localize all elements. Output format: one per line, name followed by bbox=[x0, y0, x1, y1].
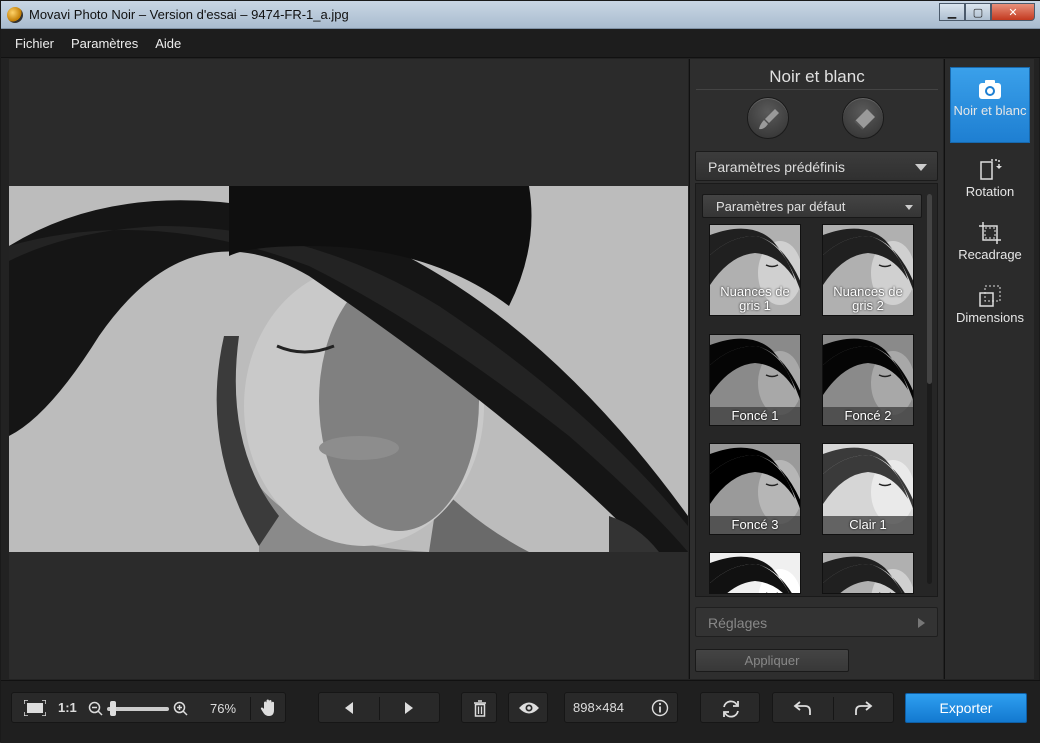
info-icon[interactable] bbox=[651, 699, 669, 717]
menu-parametres[interactable]: Paramètres bbox=[71, 36, 138, 51]
preset-category-value: Paramètres par défaut bbox=[716, 199, 846, 214]
image-dimensions: 898×484 bbox=[573, 700, 624, 715]
title-bar: Movavi Photo Noir – Version d'essai – 94… bbox=[1, 1, 1040, 29]
app-window: Movavi Photo Noir – Version d'essai – 94… bbox=[0, 0, 1040, 743]
history-group bbox=[772, 692, 894, 723]
preset-label: Clair 1 bbox=[823, 516, 913, 534]
redo-icon[interactable] bbox=[853, 700, 873, 716]
tools-sidebar: Noir et blanc Rotation Recadrage Dimensi… bbox=[944, 59, 1034, 679]
preset-label: Foncé 1 bbox=[710, 407, 800, 425]
toolbar-divider bbox=[250, 697, 251, 720]
preset-label: Nuances de gris 2 bbox=[833, 284, 903, 313]
reset-button[interactable] bbox=[700, 692, 760, 723]
preset-preview-image bbox=[823, 553, 913, 593]
trash-icon bbox=[474, 700, 486, 717]
actual-size-button[interactable]: 1:1 bbox=[58, 700, 77, 715]
bottom-toolbar: 1:1 76% 898×484 Exporter bbox=[1, 680, 1040, 743]
preset-thumbnail[interactable]: Foncé 2 bbox=[822, 334, 914, 426]
minimize-icon[interactable]: ▁ bbox=[939, 3, 965, 21]
navigation-group bbox=[318, 692, 440, 723]
preset-label: Nuances de gris 1 bbox=[720, 284, 790, 313]
photo-preview bbox=[9, 186, 688, 552]
window-title: Movavi Photo Noir – Version d'essai – 94… bbox=[29, 7, 349, 22]
menu-fichier[interactable]: Fichier bbox=[15, 36, 54, 51]
tool-label: Dimensions bbox=[956, 310, 1024, 325]
zoom-slider-handle[interactable] bbox=[110, 701, 117, 716]
tool-rotation[interactable]: Rotation bbox=[950, 151, 1030, 207]
brush-icon bbox=[759, 109, 779, 130]
eraser-icon bbox=[854, 109, 875, 130]
crop-icon bbox=[979, 222, 1001, 244]
resize-icon bbox=[979, 285, 1001, 307]
refresh-icon bbox=[723, 700, 739, 718]
preset-thumbnail[interactable]: Nuances de gris 1 bbox=[709, 224, 801, 316]
delete-button[interactable] bbox=[461, 692, 497, 723]
preset-thumbnail[interactable] bbox=[822, 552, 914, 594]
adjust-section-label: Réglages bbox=[708, 615, 768, 631]
photo-illustration bbox=[9, 186, 688, 552]
export-button[interactable]: Exporter bbox=[905, 693, 1027, 723]
scrollbar-thumb[interactable] bbox=[927, 194, 932, 384]
tool-recadrage[interactable]: Recadrage bbox=[950, 214, 1030, 270]
eye-icon bbox=[519, 702, 539, 714]
preset-thumbnail[interactable]: Foncé 1 bbox=[709, 334, 801, 426]
close-icon[interactable]: ✕ bbox=[991, 3, 1035, 21]
zoom-group: 1:1 76% bbox=[11, 692, 286, 723]
preset-label: Foncé 2 bbox=[823, 407, 913, 425]
maximize-icon[interactable]: ▢ bbox=[965, 3, 991, 21]
undo-icon[interactable] bbox=[793, 700, 813, 716]
chevron-right-icon bbox=[918, 618, 925, 628]
effects-panel: Noir et blanc Paramètres prédéfinis Para… bbox=[689, 59, 943, 679]
chevron-down-icon bbox=[915, 164, 927, 171]
app-logo-icon bbox=[7, 7, 23, 23]
chevron-down-icon bbox=[905, 205, 913, 210]
panel-divider bbox=[696, 89, 938, 90]
image-canvas[interactable] bbox=[9, 59, 688, 679]
tool-label: Recadrage bbox=[958, 247, 1022, 262]
fit-screen-icon[interactable] bbox=[24, 700, 46, 716]
tool-label: Noir et blanc bbox=[953, 103, 1027, 118]
toolbar-divider bbox=[833, 697, 834, 720]
camera-icon bbox=[979, 80, 1001, 99]
tool-dimensions[interactable]: Dimensions bbox=[950, 277, 1030, 333]
preset-thumbnail[interactable]: Clair 1 bbox=[822, 443, 914, 535]
toolbar-divider bbox=[379, 697, 380, 720]
presets-section-label: Paramètres prédéfinis bbox=[708, 159, 845, 175]
apply-button[interactable]: Appliquer bbox=[695, 649, 849, 672]
zoom-out-icon[interactable] bbox=[88, 701, 104, 717]
preset-preview-image bbox=[710, 553, 800, 593]
zoom-in-icon[interactable] bbox=[173, 701, 189, 717]
tool-noir-et-blanc[interactable]: Noir et blanc bbox=[950, 67, 1030, 143]
previous-icon[interactable] bbox=[342, 701, 356, 715]
preset-category-select[interactable]: Paramètres par défaut bbox=[702, 194, 922, 218]
adjust-section-header[interactable]: Réglages bbox=[695, 607, 938, 637]
preview-toggle-button[interactable] bbox=[508, 692, 548, 723]
image-info-group: 898×484 bbox=[564, 692, 678, 723]
eraser-button[interactable] bbox=[842, 97, 884, 139]
window-controls: ▁ ▢ ✕ bbox=[939, 3, 1035, 21]
rotate-icon bbox=[980, 159, 1002, 180]
presets-scrollbar[interactable] bbox=[927, 194, 932, 584]
hand-pan-icon[interactable] bbox=[259, 698, 279, 718]
preset-thumbnail[interactable]: Foncé 3 bbox=[709, 443, 801, 535]
menu-aide[interactable]: Aide bbox=[155, 36, 181, 51]
brush-button[interactable] bbox=[747, 97, 789, 139]
zoom-slider-track[interactable] bbox=[107, 707, 169, 711]
menu-bar: Fichier Paramètres Aide bbox=[1, 29, 1040, 58]
preset-label: Foncé 3 bbox=[710, 516, 800, 534]
presets-list: Paramètres par défaut Nuances de gris 1 N… bbox=[695, 183, 938, 597]
panel-title: Noir et blanc bbox=[769, 67, 865, 86]
tool-label: Rotation bbox=[965, 184, 1015, 199]
zoom-value: 76% bbox=[210, 701, 237, 716]
presets-section-header[interactable]: Paramètres prédéfinis bbox=[695, 151, 938, 181]
next-icon[interactable] bbox=[402, 701, 416, 715]
preset-thumbnail[interactable] bbox=[709, 552, 801, 594]
preset-thumbnail[interactable]: Nuances de gris 2 bbox=[822, 224, 914, 316]
